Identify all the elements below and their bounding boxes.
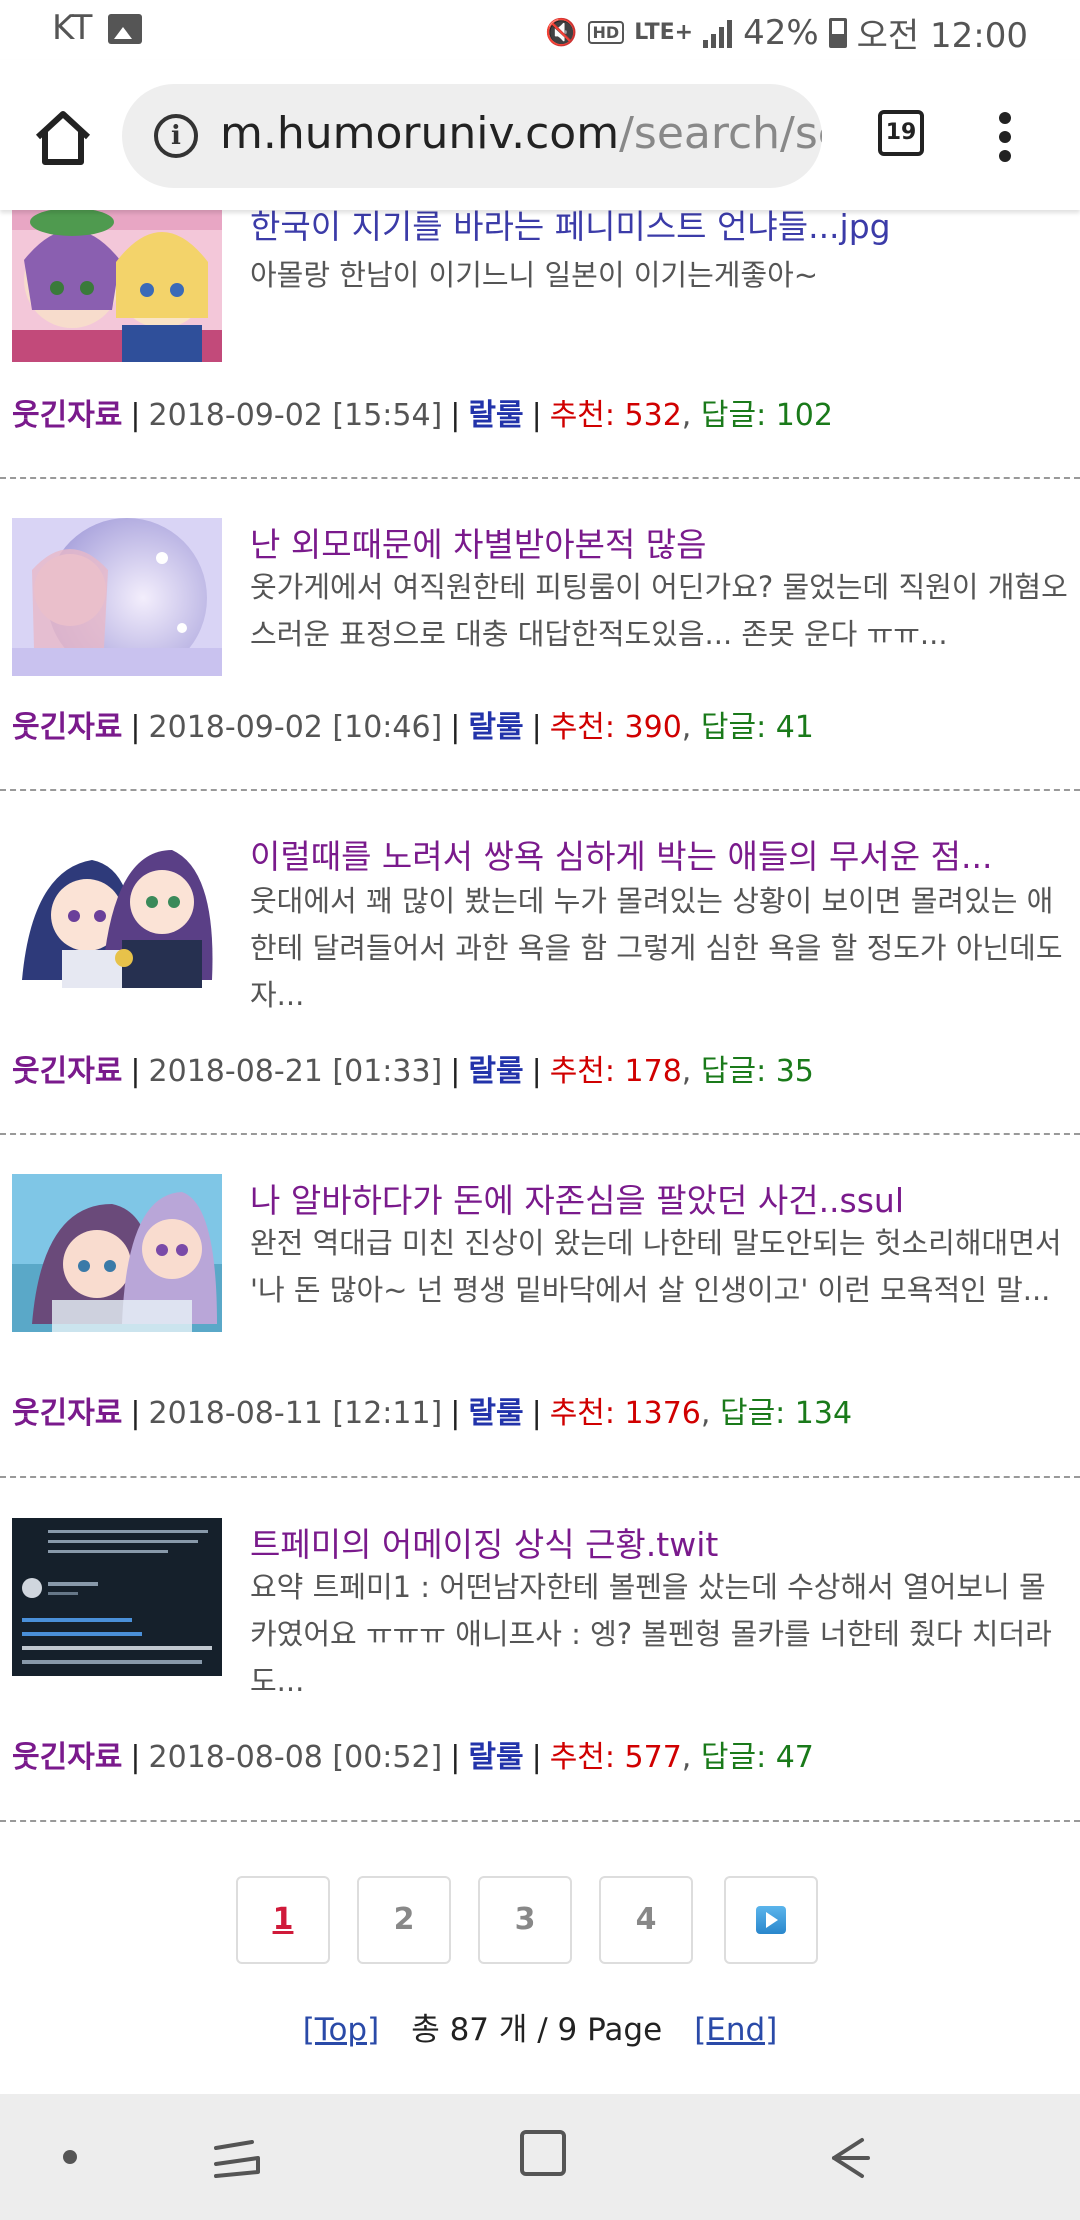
post-date: 2018-09-02 [15:54] bbox=[148, 398, 443, 433]
post-summary[interactable]: 완전 역대급 미친 진상이 왔는데 나한테 말도안되는 헛소리해대면서 '나 돈… bbox=[250, 1220, 1070, 1314]
post-date: 2018-09-02 [10:46] bbox=[148, 710, 443, 745]
post-summary[interactable]: 옷가게에서 여직원한테 피팅룸이 어딘가요? 물었는데 직원이 개혐오스러운 표… bbox=[250, 564, 1070, 658]
overflow-menu-icon[interactable] bbox=[990, 112, 1020, 162]
post-summary[interactable]: 웃대에서 꽤 많이 봤는데 누가 몰려있는 상황이 보이면 몰려있는 애한테 달… bbox=[250, 878, 1070, 1019]
system-nav-bar bbox=[0, 2094, 1080, 2220]
image-notification-icon bbox=[108, 14, 142, 44]
next-page-button[interactable] bbox=[724, 1876, 818, 1964]
post-recommend-count: 추천: 1376 bbox=[549, 1396, 701, 1431]
page-footer: [Top] 총 87 개 / 9 Page [End] bbox=[0, 2004, 1080, 2049]
end-link[interactable]: [End] bbox=[694, 2012, 777, 2048]
post-category[interactable]: 웃긴자료 bbox=[12, 1396, 122, 1431]
back-icon[interactable] bbox=[820, 2130, 876, 2186]
post-recommend-count: 추천: 390 bbox=[549, 710, 682, 745]
post-title[interactable]: 트페미의 어메이징 상식 근황.twit bbox=[250, 1518, 1068, 1566]
post-date: 2018-08-08 [00:52] bbox=[148, 1740, 443, 1775]
post-meta: 웃긴자료 | 2018-08-08 [00:52] | 랄룰 | 추천: 577, 답글: … bbox=[12, 1740, 814, 1775]
post-category[interactable]: 웃긴자료 bbox=[12, 398, 122, 433]
post-reply-count: 답글: 35 bbox=[700, 1054, 814, 1089]
post-category[interactable]: 웃긴자료 bbox=[12, 1740, 122, 1775]
post-category[interactable]: 웃긴자료 bbox=[12, 1054, 122, 1089]
post-author[interactable]: 랄룰 bbox=[468, 710, 523, 745]
browser-toolbar: i m.humoruniv.com/search/se 19 bbox=[0, 60, 1080, 210]
post-reply-count: 답글: 102 bbox=[700, 398, 833, 433]
divider bbox=[0, 1476, 1080, 1478]
post-title[interactable]: 이럴때를 노려서 쌍욕 심하게 박는 애들의 무서운 점... bbox=[250, 830, 1068, 878]
site-info-icon[interactable]: i bbox=[154, 114, 198, 158]
top-link[interactable]: [Top] bbox=[303, 2012, 380, 2048]
divider bbox=[0, 1133, 1080, 1135]
hd-icon: HD bbox=[587, 21, 625, 44]
total-count: 총 87 개 / 9 Page bbox=[411, 2012, 663, 2048]
post-summary[interactable]: 아몰랑 한남이 이기느니 일본이 이기는게좋아~ bbox=[250, 252, 1070, 299]
play-next-icon bbox=[756, 1906, 786, 1934]
mute-icon: 🔇 bbox=[545, 17, 578, 48]
post-thumbnail[interactable] bbox=[12, 518, 222, 676]
network-label: LTE+ bbox=[634, 20, 694, 45]
battery-percent: 42% bbox=[743, 12, 819, 53]
post-thumbnail[interactable] bbox=[12, 830, 222, 988]
status-bar: KT 🔇 HD LTE+ 42% 오전 12:00 bbox=[0, 0, 1080, 60]
post-meta: 웃긴자료 | 2018-08-11 [12:11] | 랄룰 | 추천: 1376, 답글:… bbox=[12, 1396, 853, 1431]
signal-icon bbox=[703, 18, 733, 48]
page-button-1[interactable]: 1 bbox=[236, 1876, 330, 1964]
post-thumbnail[interactable] bbox=[12, 1518, 222, 1676]
url-text[interactable]: m.humoruniv.com/search/se bbox=[220, 108, 822, 159]
post-category[interactable]: 웃긴자료 bbox=[12, 710, 122, 745]
post-thumbnail[interactable] bbox=[12, 1174, 222, 1332]
post-date: 2018-08-11 [12:11] bbox=[148, 1396, 443, 1431]
post-recommend-count: 추천: 532 bbox=[549, 398, 682, 433]
post-author[interactable]: 랄룰 bbox=[468, 398, 523, 433]
post-reply-count: 답글: 41 bbox=[700, 710, 814, 745]
post-date: 2018-08-21 [01:33] bbox=[148, 1054, 443, 1089]
post-thumbnail[interactable] bbox=[12, 200, 222, 362]
post-meta: 웃긴자료 | 2018-09-02 [10:46] | 랄룰 | 추천: 390, 답글: … bbox=[12, 710, 814, 745]
post-meta: 웃긴자료 | 2018-09-02 [15:54] | 랄룰 | 추천: 532, 답글: … bbox=[12, 398, 833, 433]
recent-apps-icon[interactable] bbox=[210, 2134, 264, 2180]
pagination: 1 2 3 4 bbox=[0, 1876, 1080, 1966]
home-icon[interactable] bbox=[30, 105, 96, 171]
post-author[interactable]: 랄룰 bbox=[468, 1396, 523, 1431]
post-recommend-count: 추천: 577 bbox=[549, 1740, 682, 1775]
post-title[interactable]: 난 외모때문에 차별받아본적 많음 bbox=[250, 518, 1068, 566]
post-title[interactable]: 나 알바하다가 돈에 자존심을 팔았던 사건..ssul bbox=[250, 1174, 1068, 1222]
status-right: 🔇 HD LTE+ 42% 오전 12:00 bbox=[545, 8, 1028, 57]
divider bbox=[0, 1820, 1080, 1822]
url-path: /search/se bbox=[619, 108, 822, 159]
post-author[interactable]: 랄룰 bbox=[468, 1740, 523, 1775]
post-reply-count: 답글: 134 bbox=[719, 1396, 853, 1431]
post-recommend-count: 추천: 178 bbox=[549, 1054, 682, 1089]
tab-switcher-button[interactable]: 19 bbox=[878, 110, 924, 156]
page-button-2[interactable]: 2 bbox=[357, 1876, 451, 1964]
nav-dot-icon[interactable] bbox=[63, 2150, 77, 2164]
post-author[interactable]: 랄룰 bbox=[468, 1054, 523, 1089]
page-button-3[interactable]: 3 bbox=[478, 1876, 572, 1964]
carrier-label: KT bbox=[52, 8, 93, 48]
divider bbox=[0, 477, 1080, 479]
post-meta: 웃긴자료 | 2018-08-21 [01:33] | 랄룰 | 추천: 178, 답글: … bbox=[12, 1054, 814, 1089]
address-bar[interactable]: i m.humoruniv.com/search/se bbox=[122, 84, 822, 188]
post-reply-count: 답글: 47 bbox=[700, 1740, 814, 1775]
battery-icon bbox=[828, 17, 847, 48]
post-summary[interactable]: 요약 트페미1 : 어떤남자한테 볼펜을 샀는데 수상해서 열어보니 몰카였어요… bbox=[250, 1564, 1070, 1705]
url-host: m.humoruniv.com bbox=[220, 108, 620, 159]
divider bbox=[0, 789, 1080, 791]
home-nav-icon[interactable] bbox=[520, 2130, 566, 2176]
clock: 오전 12:00 bbox=[856, 16, 1028, 56]
page-button-4[interactable]: 4 bbox=[599, 1876, 693, 1964]
